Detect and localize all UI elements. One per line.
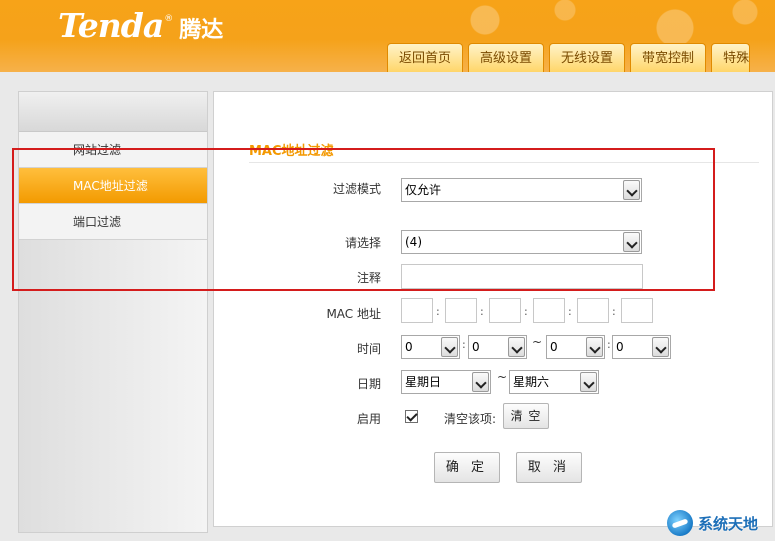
mac-octet-1-input[interactable] [401, 298, 433, 323]
date-label: 日期 [356, 377, 381, 391]
tab-special[interactable]: 特殊 [711, 43, 751, 72]
tab-wireless-settings[interactable]: 无线设置 [549, 43, 626, 72]
start-day-value: 星期日 [405, 375, 442, 389]
note-input[interactable] [401, 264, 643, 289]
logo-text-cn: 腾达 [179, 18, 224, 43]
mac-address-label: MAC 地址 [326, 307, 381, 321]
filter-mode-value: 仅允许 [405, 183, 442, 197]
chevron-down-icon [472, 372, 489, 392]
end-hour-select[interactable]: 0 [546, 335, 605, 359]
end-minute-value: 0 [616, 340, 624, 354]
mac-separator: : [612, 305, 616, 318]
mac-octet-4-input[interactable] [533, 298, 565, 323]
rule-select-value: (4) [405, 235, 422, 249]
enable-checkbox[interactable] [405, 410, 418, 423]
mac-separator: : [480, 305, 484, 318]
chevron-down-icon [623, 180, 640, 200]
cancel-button[interactable]: 取 消 [516, 452, 582, 483]
chevron-down-icon [508, 337, 525, 357]
rule-select-label: 请选择 [344, 236, 381, 250]
end-day-select[interactable]: 星期六 [509, 370, 599, 394]
watermark-text: 系统天地 [698, 514, 759, 533]
note-label: 注释 [356, 271, 381, 285]
time-separator: : [462, 338, 466, 351]
tab-bandwidth-control[interactable]: 带宽控制 [630, 43, 707, 72]
end-day-value: 星期六 [513, 375, 550, 389]
tab-home[interactable]: 返回首页 [387, 43, 464, 72]
start-minute-value: 0 [472, 340, 480, 354]
globe-logo-icon [667, 510, 693, 536]
start-hour-select[interactable]: 0 [401, 335, 460, 359]
mac-separator: : [436, 305, 440, 318]
mac-octet-3-input[interactable] [489, 298, 521, 323]
rule-select[interactable]: (4) [401, 230, 642, 254]
date-range-separator: ~ [497, 370, 508, 384]
filter-mode-label: 过滤模式 [332, 182, 381, 196]
mac-octet-6-input[interactable] [621, 298, 653, 323]
confirm-button[interactable]: 确 定 [434, 452, 500, 483]
section-title: MAC地址过滤 [249, 144, 334, 159]
start-hour-value: 0 [405, 340, 413, 354]
sidebar-header [19, 92, 207, 132]
start-day-select[interactable]: 星期日 [401, 370, 491, 394]
chevron-down-icon [441, 337, 458, 357]
sidebar-item-mac-filter[interactable]: MAC地址过滤 [19, 168, 207, 204]
content-panel: MAC地址过滤 过滤模式 仅允许 请选择 (4) 注释 MAC 地址 : : :… [213, 91, 773, 527]
sidebar-item-port-filter[interactable]: 端口过滤 [19, 204, 207, 240]
time-separator: : [607, 338, 611, 351]
time-label: 时间 [356, 342, 381, 356]
tenda-logo: Tenda ® 腾达 [58, 6, 223, 46]
logo-registered-mark: ® [164, 14, 174, 24]
title-divider [249, 162, 759, 163]
chevron-down-icon [580, 372, 597, 392]
chevron-down-icon [623, 232, 640, 252]
top-nav-tabs: 返回首页 高级设置 无线设置 带宽控制 特殊 [387, 43, 755, 72]
chevron-down-icon [586, 337, 603, 357]
enable-label: 启用 [356, 412, 381, 426]
clear-entry-label: 清空该项: [444, 412, 497, 426]
sidebar-item-website-filter[interactable]: 网站过滤 [19, 132, 207, 168]
chevron-down-icon [652, 337, 669, 357]
clear-button[interactable]: 清 空 [503, 403, 549, 429]
mac-separator: : [568, 305, 572, 318]
watermark: 系统天地 [667, 508, 758, 538]
mac-separator: : [524, 305, 528, 318]
header-bar: Tenda ® 腾达 返回首页 高级设置 无线设置 带宽控制 特殊 [0, 0, 775, 72]
end-hour-value: 0 [550, 340, 558, 354]
logo-text-en: Tenda [58, 6, 164, 45]
tab-advanced-settings[interactable]: 高级设置 [468, 43, 545, 72]
mac-octet-5-input[interactable] [577, 298, 609, 323]
time-range-separator: ~ [532, 335, 543, 349]
mac-octet-2-input[interactable] [445, 298, 477, 323]
filter-mode-select[interactable]: 仅允许 [401, 178, 642, 202]
start-minute-select[interactable]: 0 [468, 335, 527, 359]
end-minute-select[interactable]: 0 [612, 335, 671, 359]
sidebar: 网站过滤 MAC地址过滤 端口过滤 [18, 91, 208, 533]
